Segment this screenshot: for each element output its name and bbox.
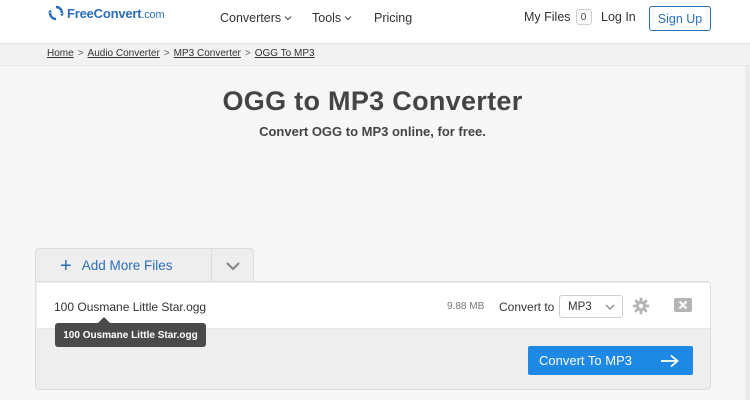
brand-name: FreeConvert.com bbox=[67, 5, 165, 21]
brand-logo[interactable]: FreeConvert.com bbox=[48, 5, 165, 21]
close-icon[interactable] bbox=[674, 298, 692, 312]
chevron-down-icon bbox=[225, 261, 240, 271]
my-files-count-badge: 0 bbox=[575, 9, 592, 25]
refresh-arrows-icon bbox=[48, 5, 64, 21]
output-format-select[interactable]: MP3 bbox=[559, 295, 623, 318]
breadcrumb-ogg-to-mp3[interactable]: OGG To MP3 bbox=[255, 48, 315, 59]
file-name-tooltip: 100 Ousmane Little Star.ogg bbox=[55, 323, 206, 347]
my-files-link[interactable]: My Files 0 bbox=[524, 9, 592, 25]
chevron-down-icon bbox=[284, 16, 292, 21]
signup-button[interactable]: Sign Up bbox=[649, 6, 711, 31]
chevron-down-icon bbox=[605, 304, 615, 310]
breadcrumb: Home > Audio Converter > MP3 Converter >… bbox=[47, 48, 315, 59]
arrow-right-icon bbox=[661, 354, 679, 368]
breadcrumb-home[interactable]: Home bbox=[47, 48, 74, 59]
page-title: OGG to MP3 Converter bbox=[222, 86, 523, 116]
top-header: FreeConvert.com Converters Tools Pricing… bbox=[0, 0, 750, 44]
breadcrumb-separator: > bbox=[163, 48, 170, 59]
breadcrumb-separator: > bbox=[77, 48, 84, 59]
output-format-value: MP3 bbox=[568, 300, 592, 313]
my-files-label: My Files bbox=[524, 10, 571, 24]
nav-pricing-label: Pricing bbox=[374, 11, 413, 25]
add-files-dropdown-toggle[interactable] bbox=[211, 249, 253, 282]
page-subtitle: Convert OGG to MP3 online, for free. bbox=[259, 124, 486, 139]
breadcrumb-bar: Home > Audio Converter > MP3 Converter >… bbox=[0, 44, 750, 66]
nav-tools[interactable]: Tools bbox=[312, 0, 352, 36]
breadcrumb-audio-converter[interactable]: Audio Converter bbox=[88, 48, 160, 59]
brand-tld: .com bbox=[141, 8, 165, 21]
breadcrumb-separator: > bbox=[244, 48, 251, 59]
login-link[interactable]: Log In bbox=[601, 10, 636, 24]
convert-to-label: Convert to bbox=[499, 300, 555, 314]
nav-converters[interactable]: Converters bbox=[220, 0, 292, 36]
plus-icon: + bbox=[60, 254, 72, 277]
nav-pricing[interactable]: Pricing bbox=[374, 0, 412, 36]
convert-button[interactable]: Convert To MP3 bbox=[528, 346, 693, 375]
nav-tools-label: Tools bbox=[312, 11, 342, 25]
page-edge-shade bbox=[745, 66, 750, 400]
convert-button-label: Convert To MP3 bbox=[539, 353, 632, 368]
gear-icon[interactable] bbox=[632, 297, 650, 315]
file-name: 100 Ousmane Little Star.ogg bbox=[54, 300, 207, 314]
breadcrumb-mp3-converter[interactable]: MP3 Converter bbox=[174, 48, 241, 59]
add-more-files-button[interactable]: + Add More Files bbox=[36, 249, 211, 282]
chevron-down-icon bbox=[344, 16, 352, 21]
nav-converters-label: Converters bbox=[220, 11, 282, 25]
file-size: 9.88 MB bbox=[447, 301, 485, 312]
add-files-tab: + Add More Files bbox=[35, 248, 254, 282]
add-more-files-label: Add More Files bbox=[81, 258, 173, 273]
